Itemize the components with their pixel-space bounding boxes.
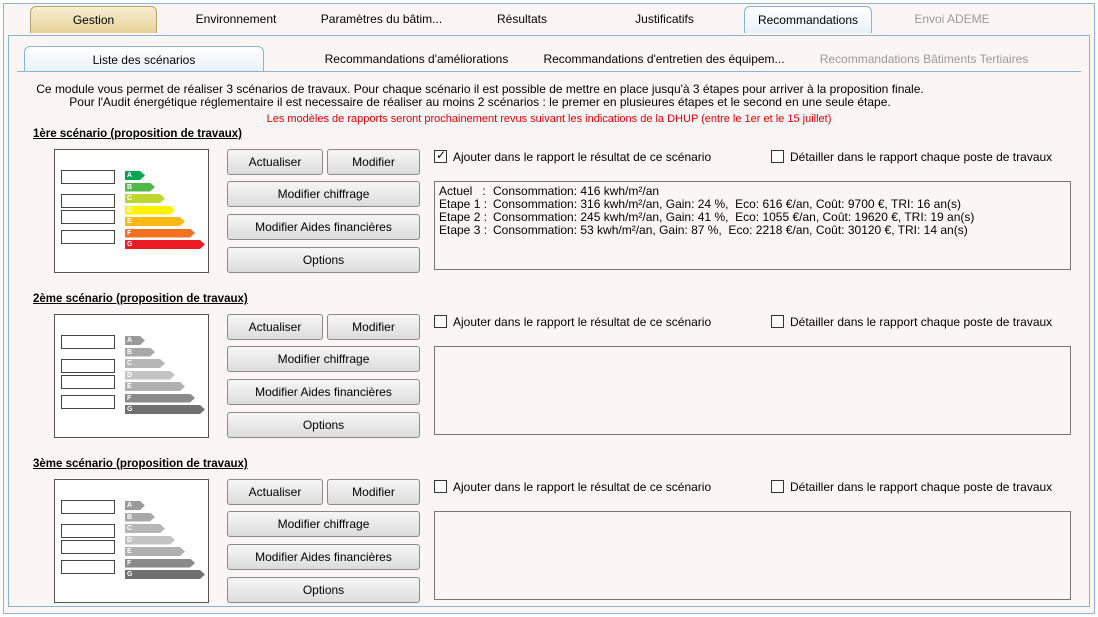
checkbox-box[interactable] [771,315,784,328]
result-step-label: Etape 3 : [439,223,488,237]
subtab-recommandations-tertiaires[interactable]: Recommandations Bâtiments Tertiaires [799,46,1049,72]
scenario-thumbnail: ABCDEFG [54,479,209,603]
scenario-result-box [434,346,1071,435]
energy-class-bar: F [125,559,195,568]
checkbox-box[interactable] [771,150,784,163]
checkbox-label: Détailler dans le rapport chaque poste d… [790,150,1053,164]
thumbnail-step-box [61,540,115,554]
thumbnail-step-box [61,170,115,184]
intro-line-1: Ce module vous permet de réaliser 3 scén… [36,82,924,96]
modifier-aides-button[interactable]: Modifier Aides financières [227,544,420,570]
subtab-divider [17,71,1081,72]
dhup-notice: Les modèles de rapports seront prochaine… [266,113,832,125]
energy-class-bar: B [125,183,155,192]
actualiser-button[interactable]: Actualiser [227,479,323,505]
modifier-button[interactable]: Modifier [327,314,420,340]
energy-class-bar: F [125,229,195,238]
tab-recommandations[interactable]: Recommandations [744,6,872,33]
scenario-thumbnail: ABCDEFG [54,149,209,273]
subtab-liste-scenarios[interactable]: Liste des scénarios [24,46,264,72]
checkbox-label: Ajouter dans le rapport le résultat de c… [453,315,712,329]
main-tabs: Gestion Environnement Paramètres du bâti… [27,6,1087,33]
intro-line-2: Pour l'Audit énergétique réglementaire i… [69,95,891,109]
tab-resultats[interactable]: Résultats [467,6,577,33]
thumbnail-step-box [61,194,115,208]
modifier-aides-button[interactable]: Modifier Aides financières [227,379,420,405]
thumbnail-step-box [61,375,115,389]
tab-gestion[interactable]: Gestion [30,6,157,33]
actualiser-button[interactable]: Actualiser [227,314,323,340]
result-line: Etape 3 : Consommation: 53 kwh/m²/an, Gai… [439,224,1066,237]
result-step-text: Consommation: 316 kwh/m²/an, Gain: 24 %,… [493,197,962,211]
checkbox-box[interactable] [434,315,447,328]
options-button[interactable]: Options [227,577,420,603]
scenario-result-box: Actuel : Consommation: 416 kwh/m²/an Etape… [434,181,1071,270]
modifier-chiffrage-button[interactable]: Modifier chiffrage [227,511,420,537]
modifier-button[interactable]: Modifier [327,479,420,505]
tab-envoi-ademe[interactable]: Envoi ADEME [897,6,1007,33]
energy-class-bar: G [125,405,205,414]
checkbox-box[interactable]: ✓ [434,148,447,163]
scenario-title: 3ème scénario (proposition de travaux) [33,458,248,470]
energy-class-bar: D [125,371,175,380]
energy-class-bar: G [125,570,205,579]
energy-class-bar: C [125,194,165,203]
thumbnail-step-box [61,500,115,514]
scenario-title: 1ère scénario (proposition de travaux) [33,128,242,140]
options-button[interactable]: Options [227,412,420,438]
thumbnail-step-box [61,359,115,373]
checkbox-box[interactable] [434,480,447,493]
energy-class-bar: A [125,501,145,510]
result-step-text: Consommation: 416 kwh/m²/an [493,184,660,198]
energy-class-bar: E [125,547,185,556]
actualiser-button[interactable]: Actualiser [227,149,323,175]
modifier-aides-button[interactable]: Modifier Aides financières [227,214,420,240]
scenario-title: 2ème scénario (proposition de travaux) [33,293,248,305]
thumbnail-step-box [61,335,115,349]
energy-class-bar: A [125,336,145,345]
thumbnail-step-box [61,230,115,244]
checkbox-box[interactable] [771,480,784,493]
subtab-recommandations-ameliorations[interactable]: Recommandations d'améliorations [289,46,544,72]
thumbnail-step-box [61,560,115,574]
options-button[interactable]: Options [227,247,420,273]
energy-class-bar: G [125,240,205,249]
modifier-button[interactable]: Modifier [327,149,420,175]
energy-class-bar: E [125,382,185,391]
energy-class-bar: F [125,394,195,403]
checkbox-label: Détailler dans le rapport chaque poste d… [790,315,1053,329]
check-icon: ✓ [436,148,447,162]
energy-class-bar: D [125,206,175,215]
energy-class-bar: B [125,348,155,357]
checkbox-label: Ajouter dans le rapport le résultat de c… [453,480,712,494]
energy-class-bar: B [125,513,155,522]
thumbnail-step-box [61,395,115,409]
result-step-text: Consommation: 53 kwh/m²/an, Gain: 87 %, … [493,223,968,237]
energy-class-bar: C [125,359,165,368]
thumbnail-step-box [61,210,115,224]
thumbnail-step-box [61,524,115,538]
tab-environnement[interactable]: Environnement [173,6,299,33]
checkbox-label: Détailler dans le rapport chaque poste d… [790,480,1053,494]
scenario-thumbnail: ABCDEFG [54,314,209,438]
modifier-chiffrage-button[interactable]: Modifier chiffrage [227,346,420,372]
checkbox-label: Ajouter dans le rapport le résultat de c… [453,150,712,164]
sub-tabs: Liste des scénarios Recommandations d'am… [24,46,1069,72]
energy-class-bar: E [125,217,185,226]
energy-class-bar: D [125,536,175,545]
energy-class-bar: A [125,171,145,180]
scenario-result-box [434,511,1071,600]
tab-parametres-batiment[interactable]: Paramètres du bâtim... [309,6,454,33]
energy-class-bar: C [125,524,165,533]
tab-justificatifs[interactable]: Justificatifs [607,6,722,33]
result-step-text: Consommation: 245 kwh/m²/an, Gain: 41 %,… [493,210,975,224]
subtab-recommandations-entretien[interactable]: Recommandations d'entretien des équipem.… [534,46,794,72]
modifier-chiffrage-button[interactable]: Modifier chiffrage [227,181,420,207]
